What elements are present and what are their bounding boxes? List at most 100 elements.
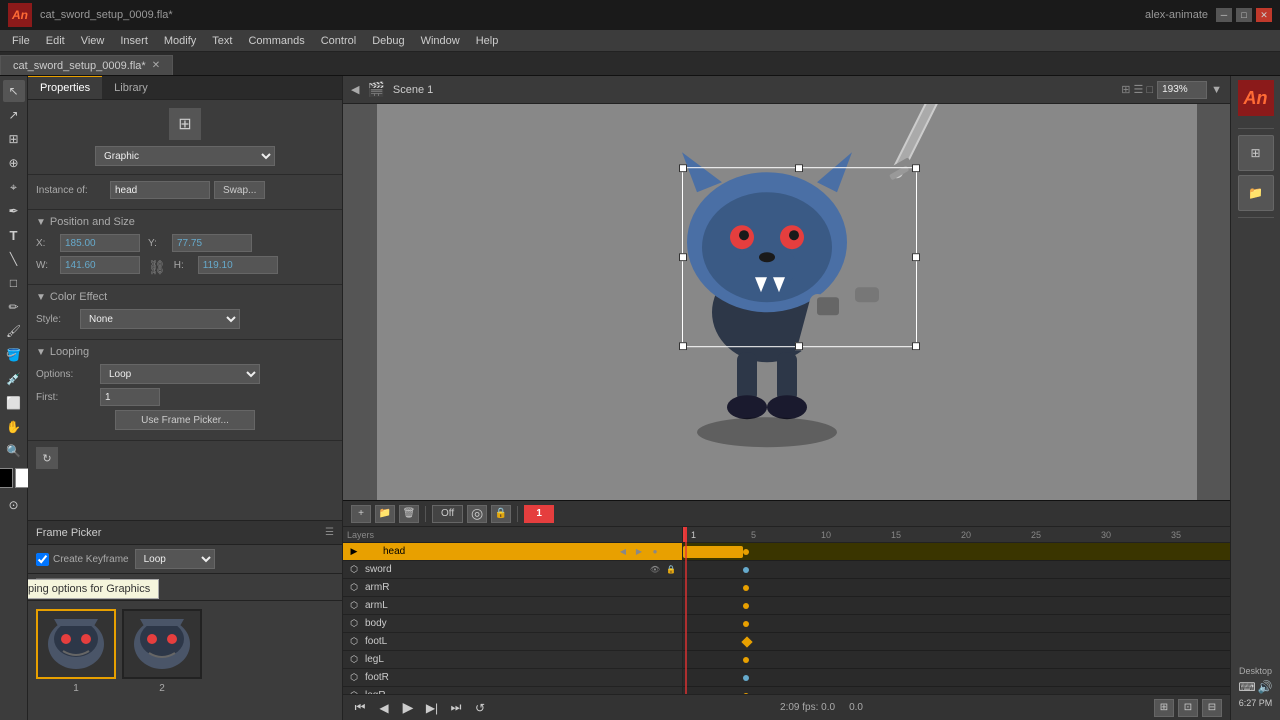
layer-armL[interactable]: ⬡ armL [343,597,682,615]
tool-line[interactable]: ╲ [3,248,25,270]
layer-sword[interactable]: ⬡ sword 👁 🔒 [343,561,682,579]
options-select[interactable]: Loop [100,364,260,384]
layer-head[interactable]: ▶ ⬡ head ◀ ▶ ● ◆ [343,543,682,561]
menu-modify[interactable]: Modify [156,33,204,49]
tool-eraser[interactable]: ⬜ [3,392,25,414]
position-size-header[interactable]: ▼ Position and Size [36,216,334,228]
tool-3d-rotation[interactable]: ⊕ [3,152,25,174]
play-button[interactable]: ▶ [399,699,417,717]
step-forward-button[interactable]: ▶| [423,699,441,717]
tool-zoom[interactable]: 🔍 [3,440,25,462]
frame-row-footR[interactable] [683,669,1230,687]
frame-row-head[interactable] [683,543,1230,561]
menu-insert[interactable]: Insert [112,33,156,49]
frame-image-1[interactable] [36,609,116,679]
skip-to-start-button[interactable]: ⏮ [351,699,369,717]
create-keyframe-checkbox[interactable] [36,553,49,566]
add-layer-button[interactable]: + [351,505,371,523]
playback-extra-2[interactable]: ⊡ [1178,699,1198,717]
maximize-button[interactable]: □ [1236,8,1252,22]
menu-view[interactable]: View [73,33,113,49]
layer-legL[interactable]: ⬡ legL [343,651,682,669]
tab-library[interactable]: Library [102,76,160,99]
tool-eyedropper[interactable]: 💉 [3,368,25,390]
right-btn-grid[interactable]: ⊞ [1238,135,1274,171]
loop-select[interactable]: Loop [135,549,215,569]
lock-icon-sword[interactable]: 🔒 [664,563,678,577]
zoom-dropdown-icon[interactable]: ▼ [1211,84,1222,96]
menu-edit[interactable]: Edit [38,33,73,49]
frame-row-footL[interactable] [683,633,1230,651]
layer-armR[interactable]: ⬡ armR [343,579,682,597]
off-button[interactable]: Off [432,505,463,523]
swap-button[interactable]: Swap... [214,181,265,199]
add-folder-button[interactable]: 📁 [375,505,395,523]
lock-icon[interactable]: 🔒 [491,505,511,523]
first-input[interactable] [100,388,160,406]
layer-body[interactable]: ⬡ body [343,615,682,633]
step-back-button[interactable]: ◀ [375,699,393,717]
tool-rectangle[interactable]: □ [3,272,25,294]
canvas-wrapper[interactable] [343,104,1230,500]
menu-debug[interactable]: Debug [364,33,412,49]
y-input[interactable] [172,234,252,252]
symbol-type-select[interactable]: Graphic [95,146,275,166]
color-effect-header[interactable]: ▼ Color Effect [36,291,334,303]
playback-extra-3[interactable]: ⊟ [1202,699,1222,717]
tool-text[interactable]: T [3,224,25,246]
tool-subselect[interactable]: ↗ [3,104,25,126]
w-input[interactable] [60,256,140,274]
onion-skin-icon[interactable]: ◎ [467,505,487,523]
x-input[interactable] [60,234,140,252]
minimize-button[interactable]: ─ [1216,8,1232,22]
back-arrow-icon[interactable]: ◀ [351,83,359,96]
tab-close-icon[interactable]: ✕ [152,60,160,71]
tab-properties[interactable]: Properties [28,76,102,99]
eye-icon-sword[interactable]: 👁 [648,563,662,577]
menu-control[interactable]: Control [313,33,364,49]
stroke-color-swatch[interactable] [0,468,13,488]
looping-header[interactable]: ▼ Looping [36,346,334,358]
frame-row-armL[interactable] [683,597,1230,615]
close-button[interactable]: ✕ [1256,8,1272,22]
tool-select[interactable]: ↖ [3,80,25,102]
layer-play-fwd-icon[interactable]: ▶ [632,545,646,559]
tool-assets[interactable]: ⊙ [3,494,25,516]
all-frames-select[interactable]: All Frames [36,578,110,596]
tab-main-file[interactable]: cat_sword_setup_0009.fla* ✕ [0,55,173,75]
menu-file[interactable]: File [4,33,38,49]
rotate-icon[interactable]: ↻ [36,447,58,469]
layer-legR[interactable]: ⬡ legR [343,687,682,694]
right-btn-folder[interactable]: 📁 [1238,175,1274,211]
layer-footR[interactable]: ⬡ footR [343,669,682,687]
loop-button[interactable]: ↺ [471,699,489,717]
menu-help[interactable]: Help [468,33,507,49]
layer-footL[interactable]: ⬡ footL [343,633,682,651]
tool-brush[interactable]: 🖌 [3,320,25,342]
frame-row-legR[interactable] [683,687,1230,694]
tool-pencil[interactable]: ✏ [3,296,25,318]
instance-name-input[interactable] [110,181,210,199]
frame-image-2[interactable] [122,609,202,679]
frame-row-legL[interactable] [683,651,1230,669]
style-select[interactable]: None [80,309,240,329]
frame-row-sword[interactable] [683,561,1230,579]
playback-extra-1[interactable]: ⊞ [1154,699,1174,717]
tool-paint-bucket[interactable]: 🪣 [3,344,25,366]
panel-menu-icon[interactable]: ☰ [325,527,334,538]
skip-to-end-button[interactable]: ⏭ [447,699,465,717]
frame-row-armR[interactable] [683,579,1230,597]
tool-lasso[interactable]: ⌖ [3,176,25,198]
h-input[interactable] [198,256,278,274]
use-frame-picker-button[interactable]: Use Frame Picker... [115,410,255,430]
frame-row-body[interactable] [683,615,1230,633]
layer-play-back-icon[interactable]: ◀ [616,545,630,559]
menu-window[interactable]: Window [413,33,468,49]
tool-hand[interactable]: ✋ [3,416,25,438]
menu-commands[interactable]: Commands [240,33,312,49]
zoom-input[interactable] [1157,81,1207,99]
delete-layer-button[interactable]: 🗑 [399,505,419,523]
tool-free-transform[interactable]: ⊞ [3,128,25,150]
menu-text[interactable]: Text [204,33,240,49]
tool-pen[interactable]: ✒ [3,200,25,222]
